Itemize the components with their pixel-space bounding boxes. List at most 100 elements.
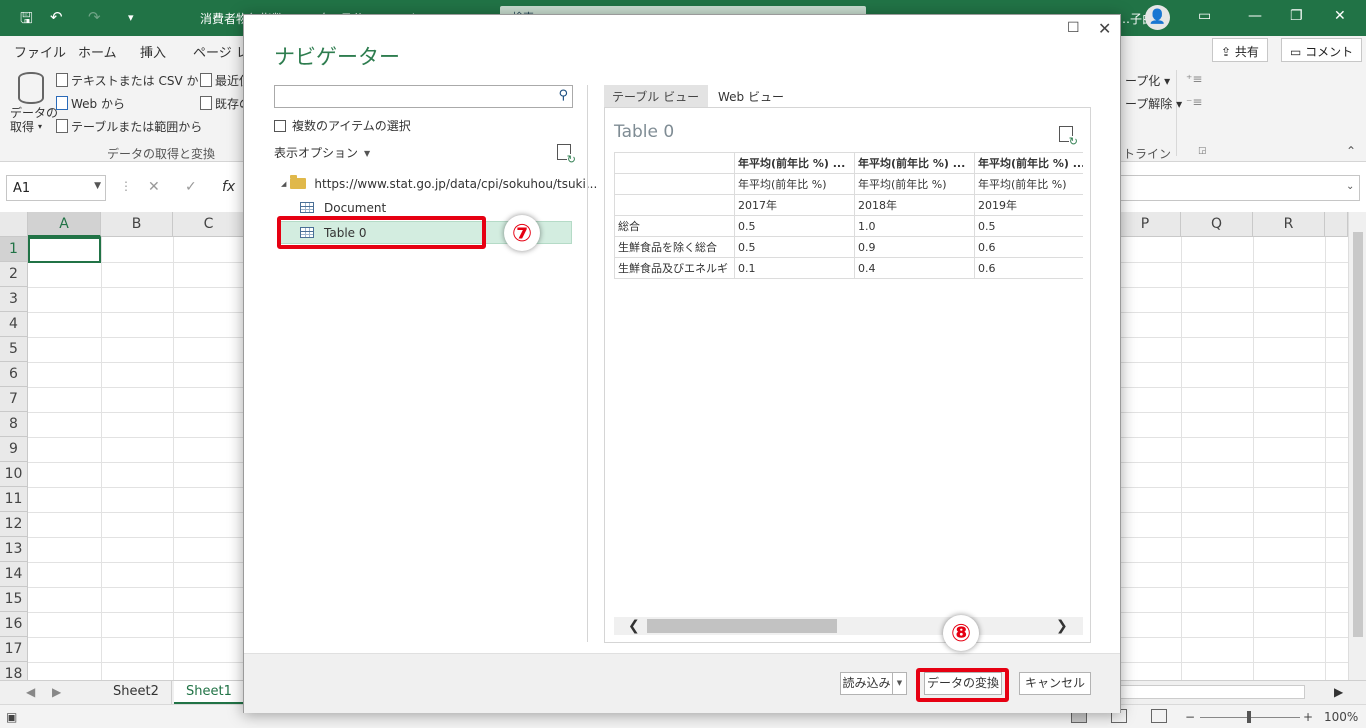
scroll-right-icon[interactable]: ▶: [1334, 685, 1343, 699]
multi-select-checkbox[interactable]: 複数のアイテムの選択: [274, 117, 411, 134]
formula-input[interactable]: [1120, 175, 1360, 201]
table-row: 年平均(前年比 %) 年平均(前年比 %) 年平均(前年比 %): [614, 173, 1083, 195]
maximize-dialog-icon[interactable]: ☐: [1067, 20, 1080, 36]
close-window-icon[interactable]: ✕: [1334, 8, 1346, 24]
row-header[interactable]: 3: [0, 287, 28, 312]
dialog-launcher-icon[interactable]: ◲: [1198, 146, 1207, 156]
tree-item-document[interactable]: Document: [300, 201, 386, 215]
scroll-left-icon[interactable]: ❮: [628, 617, 640, 635]
load-options-chevron-icon[interactable]: ▼: [892, 673, 906, 694]
tree-root-url[interactable]: ◢ https://www.stat.go.jp/data/cpi/sokuhou…: [281, 175, 597, 191]
row-header[interactable]: 5: [0, 337, 28, 362]
tab-file[interactable]: ファイル: [14, 42, 66, 61]
row-header[interactable]: 4: [0, 312, 28, 337]
row-header[interactable]: 14: [0, 562, 28, 587]
ungroup-button[interactable]: ープ解除 ▾: [1125, 95, 1182, 112]
preview-horizontal-scrollbar[interactable]: ❮ ❯: [614, 617, 1083, 635]
save-icon[interactable]: 🖫: [20, 8, 33, 33]
row-header[interactable]: 11: [0, 487, 28, 512]
tab-table-view[interactable]: テーブル ビュー: [604, 85, 708, 107]
row-header[interactable]: 16: [0, 612, 28, 637]
tab-insert[interactable]: 挿入: [140, 42, 166, 61]
row-header[interactable]: 12: [0, 512, 28, 537]
row-header[interactable]: 18: [0, 662, 28, 680]
from-web-button[interactable]: Web から: [56, 95, 125, 112]
hide-detail-icon[interactable]: ⁻≡: [1186, 95, 1202, 109]
redo-icon[interactable]: ↷: [88, 8, 101, 26]
tab-page-layout[interactable]: ページ レ: [193, 42, 249, 61]
expand-triangle-icon[interactable]: ◢: [281, 180, 286, 188]
search-icon[interactable]: ⚲: [558, 88, 568, 103]
zoom-slider-handle[interactable]: [1247, 711, 1251, 723]
macro-record-icon[interactable]: ▣: [6, 710, 17, 724]
column-header-cell[interactable]: 年平均(前年比 %) ...: [974, 152, 1083, 174]
column-header[interactable]: A: [28, 212, 101, 237]
row-header[interactable]: 6: [0, 362, 28, 387]
navigator-search-input[interactable]: [275, 86, 545, 107]
page-break-view-icon[interactable]: [1151, 709, 1167, 723]
refresh-preview-icon[interactable]: [1059, 126, 1078, 147]
expand-formula-icon[interactable]: ⌄: [1346, 181, 1354, 192]
column-header[interactable]: C: [173, 212, 245, 237]
get-data-button[interactable]: データの 取得: [10, 106, 58, 134]
cancel-entry-icon[interactable]: ✕: [148, 179, 160, 195]
vertical-scrollbar[interactable]: [1348, 212, 1366, 680]
restore-icon[interactable]: ❐: [1290, 8, 1303, 24]
insert-function-button[interactable]: fx: [222, 179, 235, 195]
from-table-range-button[interactable]: テーブルまたは範囲から: [56, 118, 202, 135]
minimize-icon[interactable]: —: [1248, 8, 1262, 24]
comment-button[interactable]: ▭ コメント: [1281, 38, 1363, 62]
zoom-level[interactable]: 100%: [1324, 710, 1358, 724]
row-header[interactable]: 13: [0, 537, 28, 562]
column-header[interactable]: R: [1253, 212, 1325, 237]
navigator-dialog: ☐ ✕ ナビゲーター ⚲ 複数のアイテムの選択 表示オプション ▼ ◢ https:…: [243, 14, 1121, 713]
row-header[interactable]: 15: [0, 587, 28, 612]
display-options-dropdown[interactable]: 表示オプション ▼: [274, 144, 370, 161]
customize-qat-icon[interactable]: ▾: [128, 11, 134, 24]
next-sheet-icon[interactable]: ▶: [52, 685, 61, 699]
confirm-entry-icon[interactable]: ✓: [185, 179, 197, 195]
sheet-tab-sheet1[interactable]: Sheet1: [174, 681, 245, 704]
table-row: 生鮮食品及びエネルギ 0.1 0.4 0.6: [614, 257, 1083, 279]
undo-icon[interactable]: ↶: [50, 8, 63, 26]
close-dialog-icon[interactable]: ✕: [1098, 19, 1111, 38]
zoom-in-icon[interactable]: +: [1303, 710, 1313, 724]
column-header[interactable]: B: [101, 212, 173, 237]
prev-sheet-icon[interactable]: ◀: [26, 685, 35, 699]
scroll-right-icon[interactable]: ❯: [1056, 617, 1068, 635]
cancel-button[interactable]: キャンセル: [1019, 672, 1091, 695]
select-all-corner[interactable]: [0, 212, 28, 237]
refresh-tree-icon[interactable]: [557, 144, 576, 165]
collapse-ribbon-icon[interactable]: ⌃: [1346, 144, 1356, 158]
row-header[interactable]: 10: [0, 462, 28, 487]
from-text-csv-button[interactable]: テキストまたは CSV から: [56, 72, 210, 89]
column-header-cell[interactable]: 年平均(前年比 %) ...: [734, 152, 855, 174]
scroll-thumb[interactable]: [1353, 232, 1363, 637]
load-button[interactable]: 読み込み ▼: [840, 672, 907, 695]
checkbox-box[interactable]: [274, 120, 286, 132]
sheet-tab-sheet2[interactable]: Sheet2: [101, 681, 172, 704]
scroll-thumb[interactable]: [647, 619, 837, 633]
column-header[interactable]: Q: [1181, 212, 1253, 237]
navigator-search[interactable]: ⚲: [274, 85, 573, 108]
row-header[interactable]: 7: [0, 387, 28, 412]
row-header[interactable]: 1: [0, 237, 28, 262]
row-header[interactable]: 9: [0, 437, 28, 462]
avatar[interactable]: 👤: [1145, 5, 1170, 30]
tab-home[interactable]: ホーム: [78, 42, 117, 61]
show-detail-icon[interactable]: ⁺≡: [1186, 72, 1202, 86]
group-button[interactable]: ープ化 ▾: [1125, 72, 1170, 89]
row-header[interactable]: 2: [0, 262, 28, 287]
zoom-out-icon[interactable]: −: [1185, 710, 1195, 724]
tab-web-view[interactable]: Web ビュー: [710, 85, 792, 107]
row-header[interactable]: 8: [0, 412, 28, 437]
name-box[interactable]: A1 ▼: [6, 175, 106, 201]
from-text-csv-label: テキストまたは CSV から: [71, 74, 211, 88]
share-button[interactable]: ⇪ 共有: [1212, 38, 1268, 62]
horizontal-scrollbar[interactable]: [1120, 685, 1305, 699]
column-header-partial: [1325, 212, 1348, 237]
active-cell[interactable]: [28, 237, 101, 263]
ribbon-display-icon[interactable]: ▭: [1198, 8, 1211, 24]
row-header[interactable]: 17: [0, 637, 28, 662]
column-header-cell[interactable]: 年平均(前年比 %) ...: [854, 152, 975, 174]
